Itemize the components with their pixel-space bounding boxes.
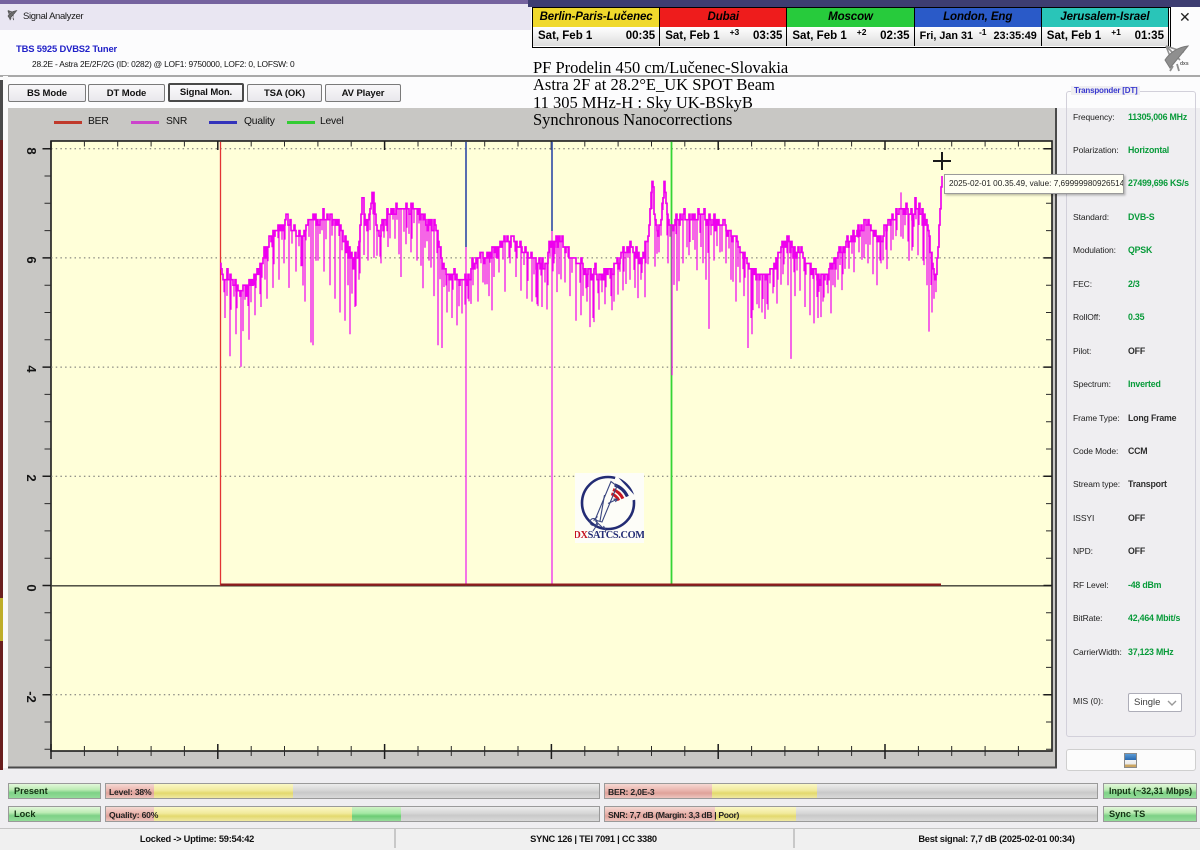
svg-text:0: 0 (24, 584, 39, 591)
svg-text:8: 8 (24, 147, 39, 154)
svg-text:4: 4 (24, 365, 39, 373)
svg-text:dxs: dxs (1180, 61, 1189, 67)
svg-text:2: 2 (24, 474, 39, 481)
svg-text:-2: -2 (24, 691, 39, 703)
svg-text:DXSATCS.COM: DXSATCS.COM (575, 530, 644, 541)
svg-text:6: 6 (24, 256, 39, 263)
